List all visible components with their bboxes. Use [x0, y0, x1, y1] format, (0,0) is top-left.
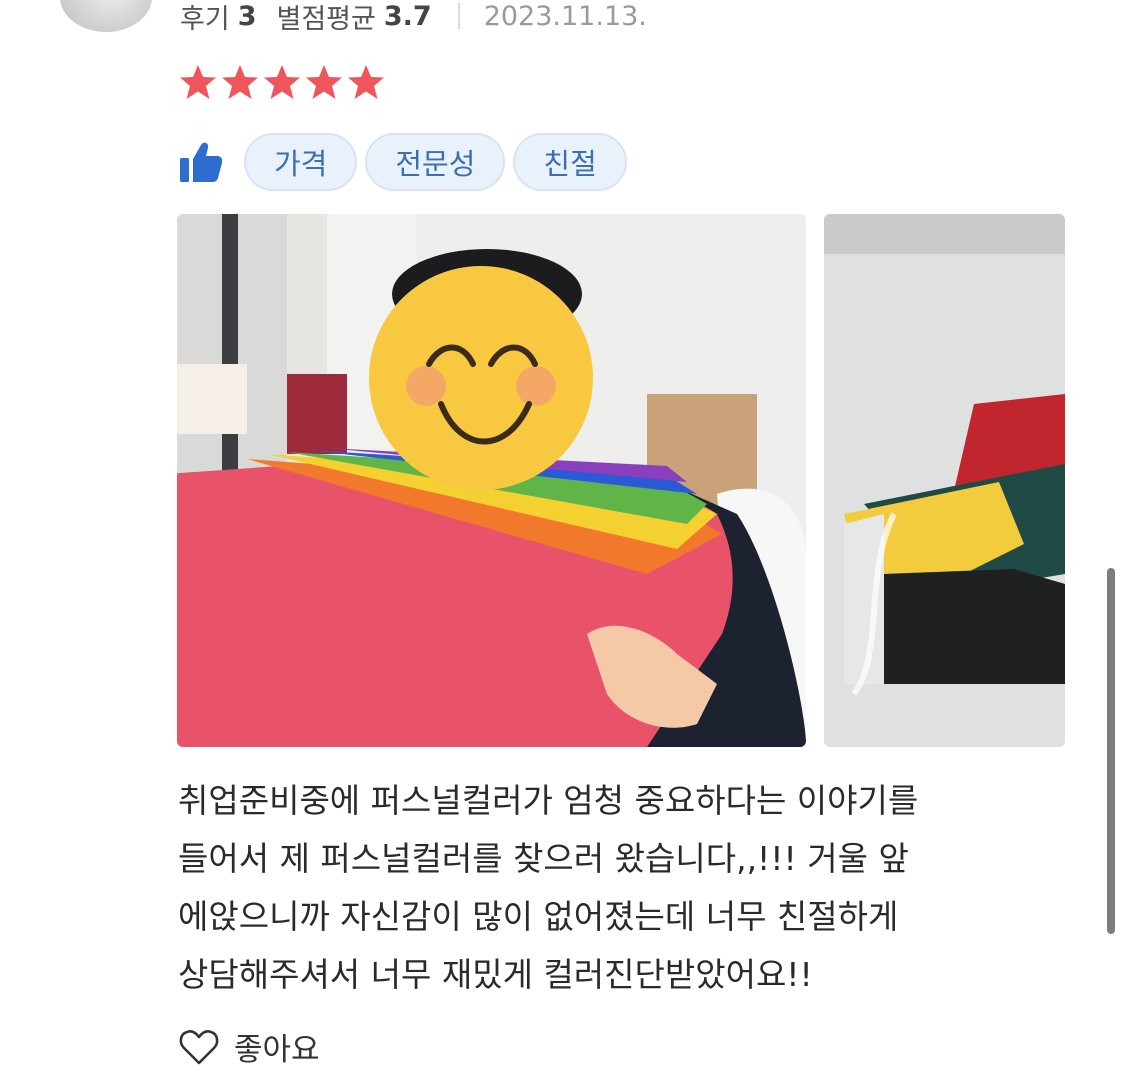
- tag-chip[interactable]: 전문성: [365, 133, 506, 191]
- review-count: 3: [237, 0, 257, 32]
- like-button[interactable]: 좋아요: [178, 1024, 320, 1069]
- star-icon: [306, 65, 342, 99]
- reviewer-meta: 후기 3 별점평균 3.7 2023.11.13.: [180, 0, 647, 36]
- review-date: 2023.11.13.: [483, 0, 647, 32]
- avg-rating-label: 별점평균: [276, 3, 376, 35]
- review-line: 에앉으니까 자신감이 많이 없어졌는데 너무 친절하게: [178, 897, 899, 936]
- heart-outline-icon: [178, 1026, 220, 1068]
- star-rating: [178, 62, 386, 102]
- scrollbar[interactable]: [1107, 568, 1115, 934]
- like-label: 좋아요: [234, 1032, 320, 1068]
- tag-chip[interactable]: 친절: [513, 133, 627, 191]
- star-icon: [348, 65, 384, 99]
- tag-chip[interactable]: 가격: [244, 133, 358, 191]
- review-count-label: 후기: [180, 3, 230, 35]
- review-photo-1[interactable]: [177, 214, 806, 747]
- tag-chips: 가격 전문성 친절: [244, 133, 627, 191]
- review-line: 들어서 제 퍼스널컬러를 찾으러 왔습니다,,!!! 거울 앞: [178, 839, 909, 878]
- star-icon: [180, 65, 216, 99]
- review-line: 상담해주셔서 너무 재밌게 컬러진단받았어요!!: [178, 955, 813, 994]
- thumbs-up-icon: [180, 140, 223, 184]
- review-photo-2[interactable]: [824, 214, 1065, 747]
- avg-rating: 3.7: [383, 0, 432, 32]
- review-text: 취업준비중에 퍼스널컬러가 엄청 중요하다는 이야기를 들어서 제 퍼스널컬러를…: [178, 772, 1078, 1004]
- review-line: 취업준비중에 퍼스널컬러가 엄청 중요하다는 이야기를: [178, 781, 919, 820]
- divider: [457, 3, 460, 29]
- avatar[interactable]: [60, 0, 152, 32]
- star-icon: [264, 65, 300, 99]
- star-icon: [222, 65, 258, 99]
